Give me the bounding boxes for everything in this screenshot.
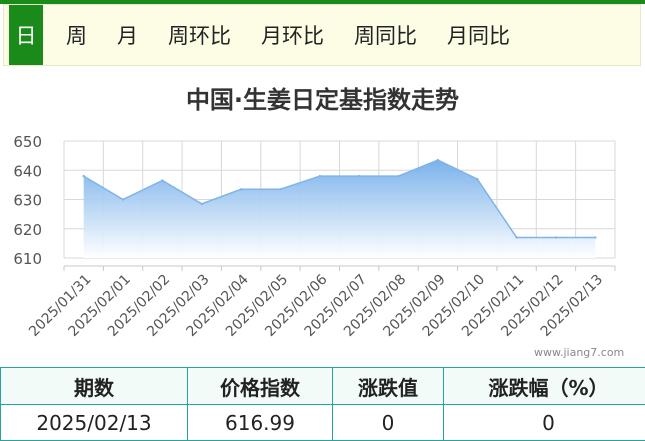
data-point	[122, 198, 124, 200]
table-row: 2025/02/13 616.99 0 0	[1, 405, 645, 441]
data-point	[358, 175, 360, 177]
cell-price-index: 616.99	[188, 405, 333, 441]
y-tick-label: 630	[13, 192, 42, 210]
data-point	[397, 175, 399, 177]
header-change-value: 涨跌值	[333, 368, 444, 405]
data-point	[240, 188, 242, 190]
data-point	[515, 236, 517, 238]
data-point	[161, 179, 163, 181]
y-tick-label: 650	[13, 133, 42, 151]
cell-change-percent: 0	[444, 405, 645, 441]
header-period: 期数	[1, 368, 188, 405]
data-point	[594, 236, 596, 238]
data-point	[555, 236, 557, 238]
cell-change-value: 0	[333, 405, 444, 441]
site-watermark: www.jiang7.com	[534, 346, 624, 359]
data-point	[437, 159, 439, 161]
cell-period: 2025/02/13	[1, 405, 188, 441]
index-trend-chart: 6506406306206102025/01/312025/02/012025/…	[0, 0, 645, 365]
data-point	[476, 178, 478, 180]
y-tick-label: 640	[13, 162, 42, 180]
data-point	[82, 175, 84, 177]
y-tick-label: 620	[13, 221, 42, 239]
data-point	[201, 203, 203, 205]
data-point	[279, 188, 281, 190]
header-change-percent: 涨跌幅（%）	[444, 368, 645, 405]
header-price-index: 价格指数	[188, 368, 333, 405]
data-point	[319, 175, 321, 177]
latest-index-table: 期数 价格指数 涨跌值 涨跌幅（%） 2025/02/13 616.99 0 0	[0, 367, 645, 441]
y-tick-label: 610	[13, 250, 42, 268]
